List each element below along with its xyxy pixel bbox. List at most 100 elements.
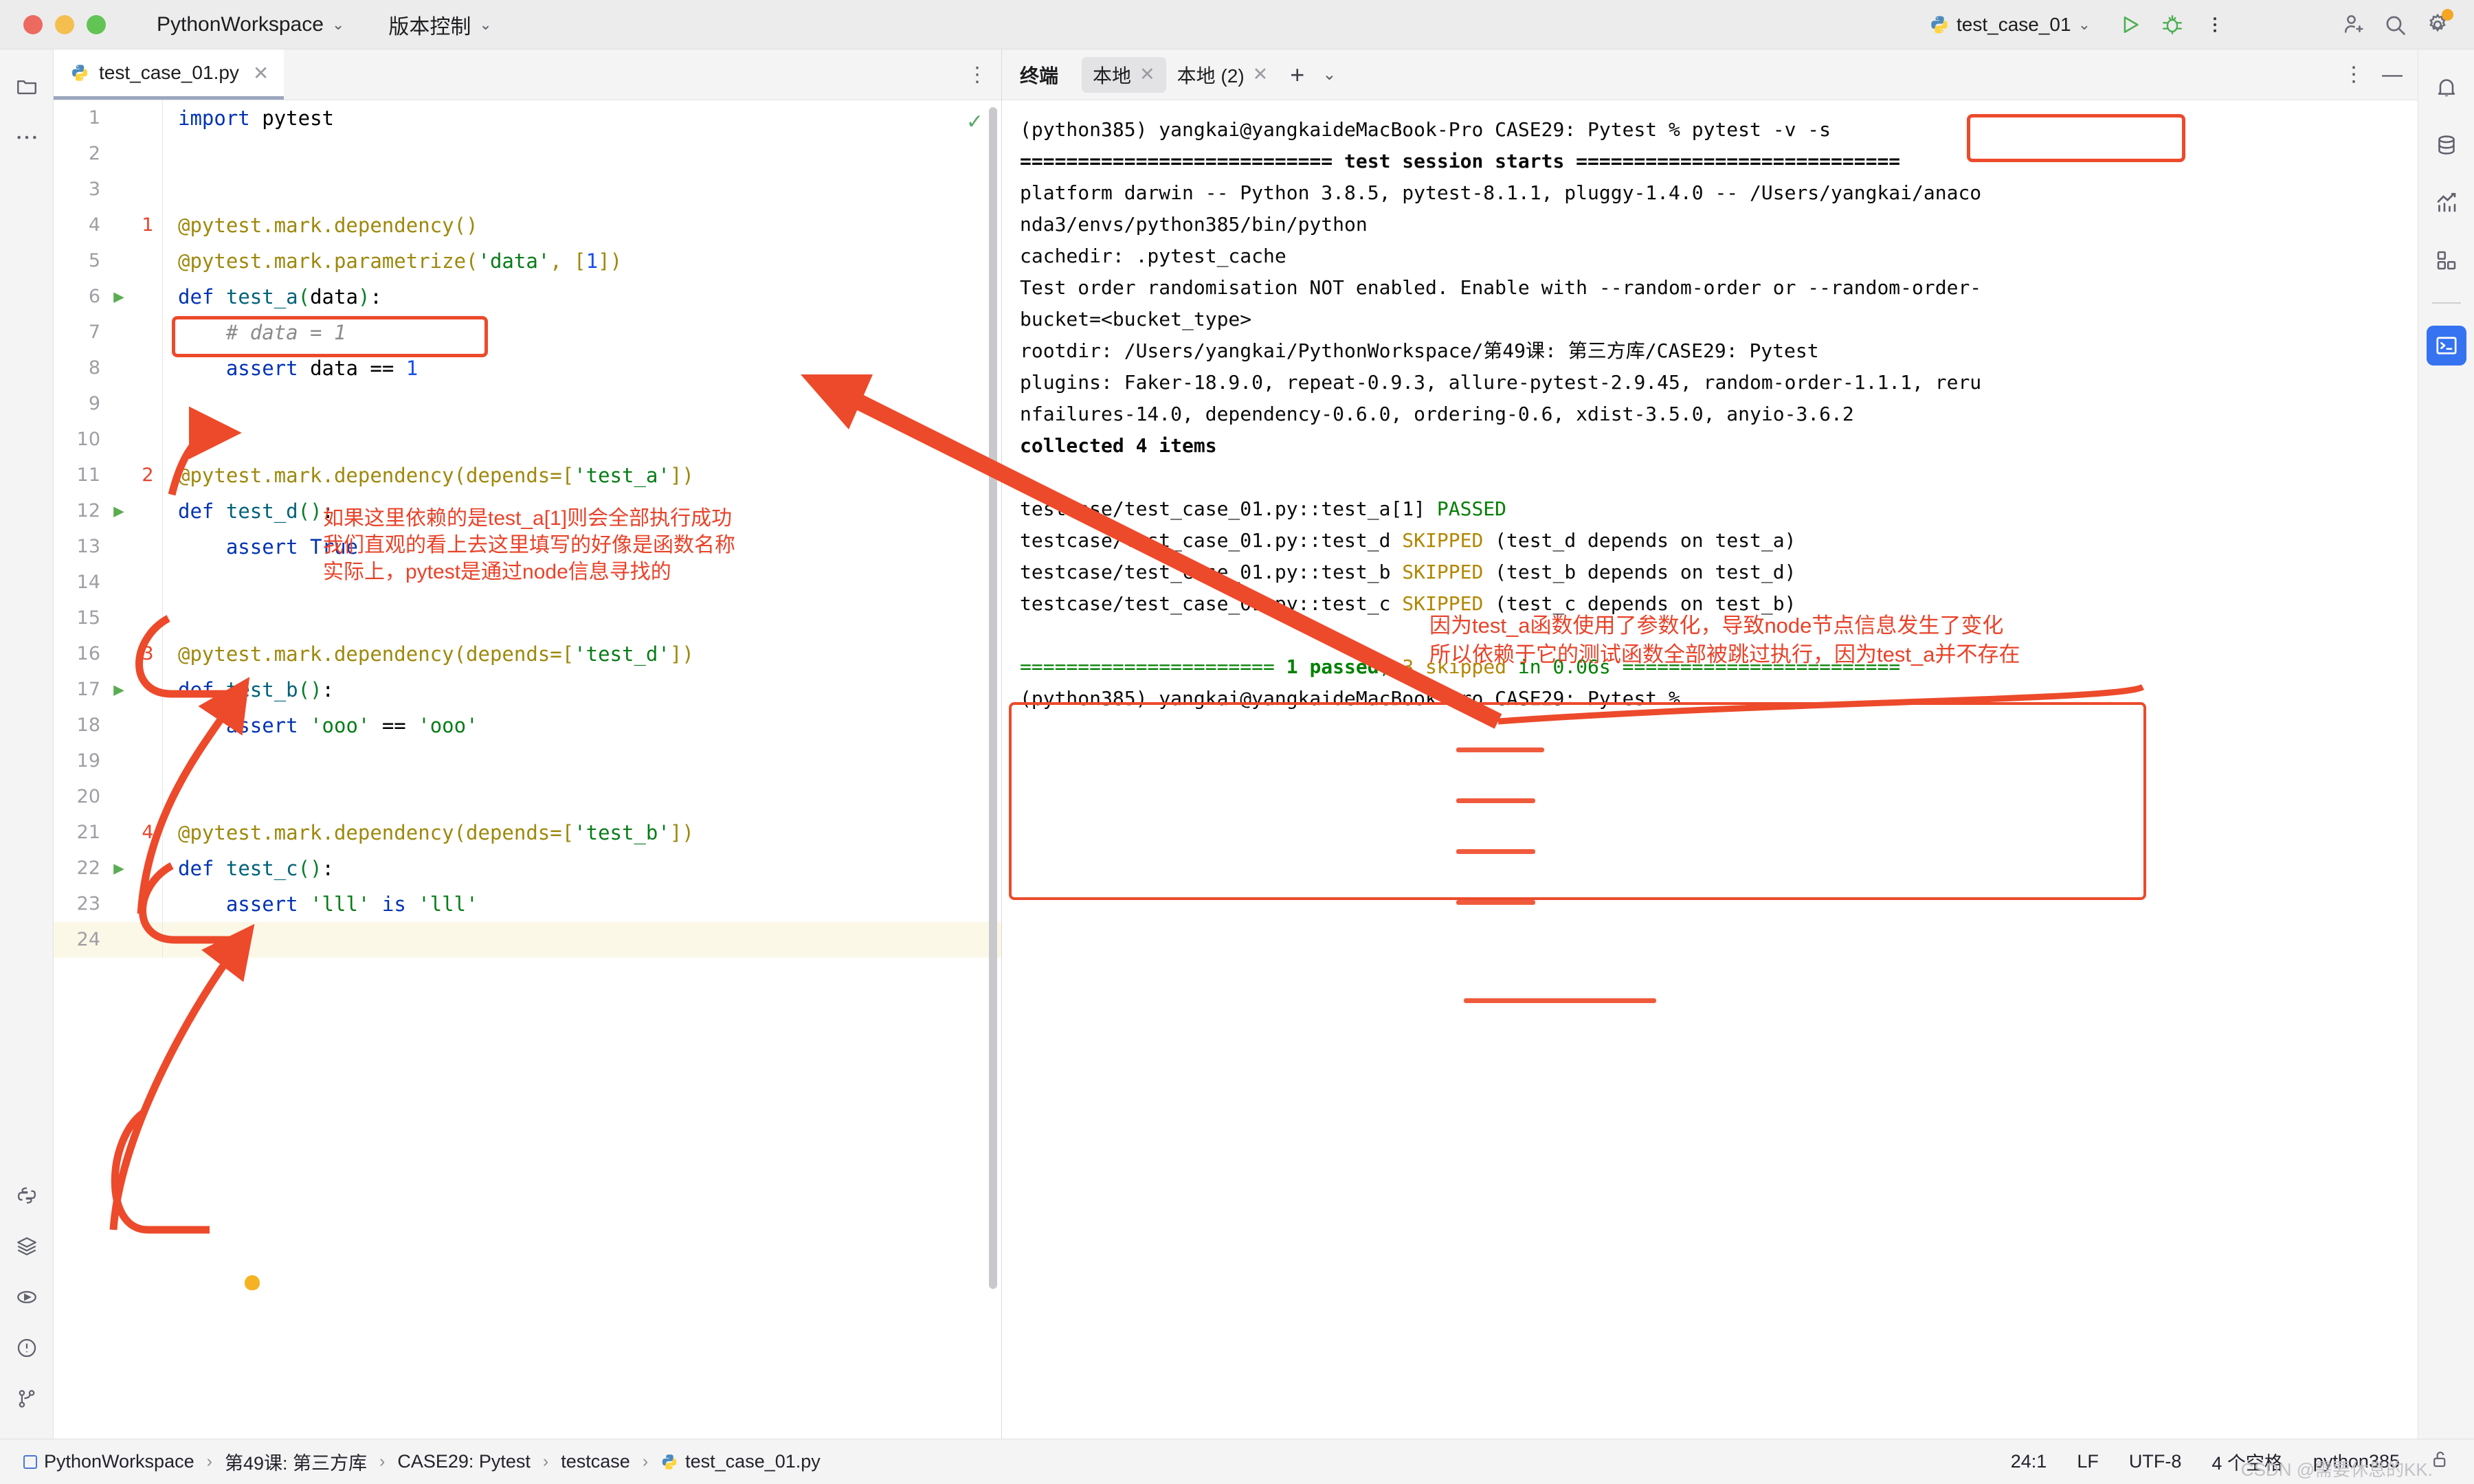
vcs-label: 版本控制 (388, 15, 471, 38)
breadcrumb-label: testcase (561, 1451, 630, 1472)
annotation-number: 1 (142, 214, 154, 236)
minimize-window-button[interactable] (55, 14, 74, 34)
code-line[interactable]: 3 (54, 172, 1001, 207)
code-line[interactable]: 19 (54, 743, 1001, 779)
close-tab-icon[interactable]: ✕ (253, 62, 269, 85)
underline-test-c (1456, 900, 1535, 905)
editor-tab-options-icon[interactable]: ⋮ (967, 63, 989, 87)
terminal-line: collected 4 items (1020, 434, 1217, 457)
project-menu[interactable]: PythonWorkspace ⌄ (147, 9, 354, 41)
python-interpreter[interactable]: python385 (2313, 1451, 2400, 1472)
underline-test-b (1456, 849, 1535, 854)
code-line[interactable]: 2 (54, 136, 1001, 172)
maximize-window-button[interactable] (87, 14, 106, 34)
intention-bulb-icon[interactable] (245, 1275, 260, 1290)
line-number: 11 (76, 464, 100, 486)
code-line[interactable]: 20 (54, 779, 1001, 815)
chevron-down-icon[interactable]: ⌄ (1315, 65, 1343, 85)
code-line[interactable]: 4 1 @pytest.mark.dependency() (54, 207, 1001, 243)
terminal-options-icon[interactable]: ⋮ (2343, 63, 2364, 87)
code-line[interactable]: 24 (54, 922, 1001, 958)
editor-tab-test-case-01[interactable]: test_case_01.py ✕ (54, 49, 285, 100)
run-config-name: test_case_01 (1956, 14, 2071, 35)
code-editor[interactable]: 1 import pytest 2 3 4 1 @pytest.mark.dependenc… (54, 100, 1001, 1439)
more-actions-button[interactable] (2196, 6, 2233, 43)
terminal-tab-local-2[interactable]: 本地 (2) ✕ (1166, 57, 1280, 93)
close-icon[interactable]: ✕ (1139, 64, 1155, 85)
left-tool-bar (0, 49, 54, 1439)
run-line-icon[interactable]: ▶ (104, 672, 133, 708)
debug-icon (2163, 15, 2182, 34)
code-line[interactable]: 9 (54, 386, 1001, 422)
gutter-divider (162, 600, 163, 636)
code-line[interactable]: 17 ▶ def test_b(): (54, 672, 1001, 708)
settings-badge (2442, 9, 2453, 21)
sidebar-item-version-control[interactable] (8, 1380, 46, 1418)
breadcrumb-item[interactable]: PythonWorkspace (23, 1451, 194, 1472)
line-separator[interactable]: LF (2077, 1451, 2099, 1472)
code-line[interactable]: 11 2 @pytest.mark.dependency(depends=['tes… (54, 458, 1001, 493)
breadcrumb-label: PythonWorkspace (44, 1451, 194, 1472)
code-line[interactable]: 15 (54, 600, 1001, 636)
sidebar-item-problems[interactable] (8, 1329, 46, 1367)
inspection-status-icon[interactable]: ✓ (966, 110, 983, 134)
sidebar-item-run[interactable] (8, 1278, 46, 1316)
add-collaborator-button[interactable] (2334, 6, 2371, 43)
code-line[interactable]: 22 ▶ def test_c(): (54, 851, 1001, 886)
read-only-toggle[interactable] (2430, 1449, 2451, 1474)
code-lines[interactable]: 1 import pytest 2 3 4 1 @pytest.mark.dependenc… (54, 100, 1001, 1439)
sidebar-item-structure[interactable] (8, 1227, 46, 1266)
run-button[interactable] (2111, 6, 2148, 43)
code-line[interactable]: 23 assert 'lll' is 'lll' (54, 886, 1001, 922)
close-window-button[interactable] (23, 14, 43, 34)
editor-scrollbar[interactable] (989, 107, 997, 1289)
annotation-text-editor: 如果这里依赖的是test_a[1]则会全部执行成功 我们直观的看上去这里填写的好… (323, 507, 735, 583)
terminal-tab-local-1[interactable]: 本地 ✕ (1082, 56, 1166, 93)
annotation-text-terminal: 因为test_a函数使用了参数化，导致node节点信息发生了变化 所以依赖于它的… (1429, 614, 2020, 666)
breadcrumb-item[interactable]: testcase (561, 1451, 630, 1472)
code-line[interactable]: 10 (54, 422, 1001, 458)
debug-button[interactable] (2154, 6, 2191, 43)
terminal-button[interactable] (2426, 326, 2466, 366)
line-number: 17 (76, 679, 100, 700)
close-icon[interactable]: ✕ (1253, 64, 1269, 85)
breadcrumb-item[interactable]: test_case_01.py (660, 1451, 821, 1472)
file-encoding[interactable]: UTF-8 (2129, 1451, 2182, 1472)
run-line-icon[interactable]: ▶ (104, 279, 133, 315)
code-line[interactable]: 16 3 @pytest.mark.dependency(depends=['tes… (54, 636, 1001, 672)
settings-button[interactable] (2419, 6, 2456, 43)
plugins-button[interactable] (2427, 240, 2466, 280)
run-line-icon[interactable]: ▶ (104, 493, 133, 529)
new-terminal-icon[interactable]: + (1279, 62, 1315, 87)
python-logo-icon (1931, 16, 1948, 34)
code-line[interactable]: 1 import pytest (54, 100, 1001, 136)
caret-position[interactable]: 24:1 (2011, 1451, 2047, 1472)
sidebar-item-more-tool-windows[interactable] (8, 118, 46, 157)
breadcrumb-item[interactable]: CASE29: Pytest (397, 1451, 531, 1472)
line-number: 18 (76, 715, 100, 736)
code-line[interactable]: 6 ▶ def test_a(data): (54, 279, 1001, 315)
code-line[interactable]: 18 assert 'ooo' == 'ooo' (54, 708, 1001, 743)
sidebar-item-python-console[interactable] (8, 1176, 46, 1215)
search-everywhere-button[interactable] (2376, 6, 2414, 43)
indent-setting[interactable]: 4 个空格 (2211, 1448, 2283, 1475)
line-number: 8 (88, 357, 100, 379)
vcs-menu[interactable]: 版本控制 ⌄ (379, 5, 501, 44)
run-configuration-selector[interactable]: test_case_01 ⌄ (1921, 11, 2099, 38)
underline-summary (1464, 998, 1656, 1003)
code-line[interactable]: 5 @pytest.mark.parametrize('data', [1]) (54, 243, 1001, 279)
python-file-icon (662, 1454, 677, 1470)
line-number: 13 (76, 536, 100, 557)
database-button[interactable] (2427, 125, 2466, 165)
breadcrumb-item[interactable]: 第49课: 第三方库 (225, 1448, 367, 1475)
notifications-button[interactable] (2427, 67, 2466, 107)
minimize-panel-icon[interactable]: — (2382, 63, 2403, 87)
bell-icon (2438, 79, 2455, 97)
profiler-button[interactable] (2427, 183, 2466, 223)
run-line-icon[interactable]: ▶ (104, 851, 133, 886)
line-number: 4 (88, 214, 100, 236)
terminal-line: Test order randomisation NOT enabled. En… (1020, 276, 1982, 299)
code-line[interactable]: 21 4 @pytest.mark.dependency(depends=['tes… (54, 815, 1001, 851)
breadcrumb-separator: › (206, 1452, 212, 1471)
sidebar-item-project[interactable] (8, 67, 46, 106)
